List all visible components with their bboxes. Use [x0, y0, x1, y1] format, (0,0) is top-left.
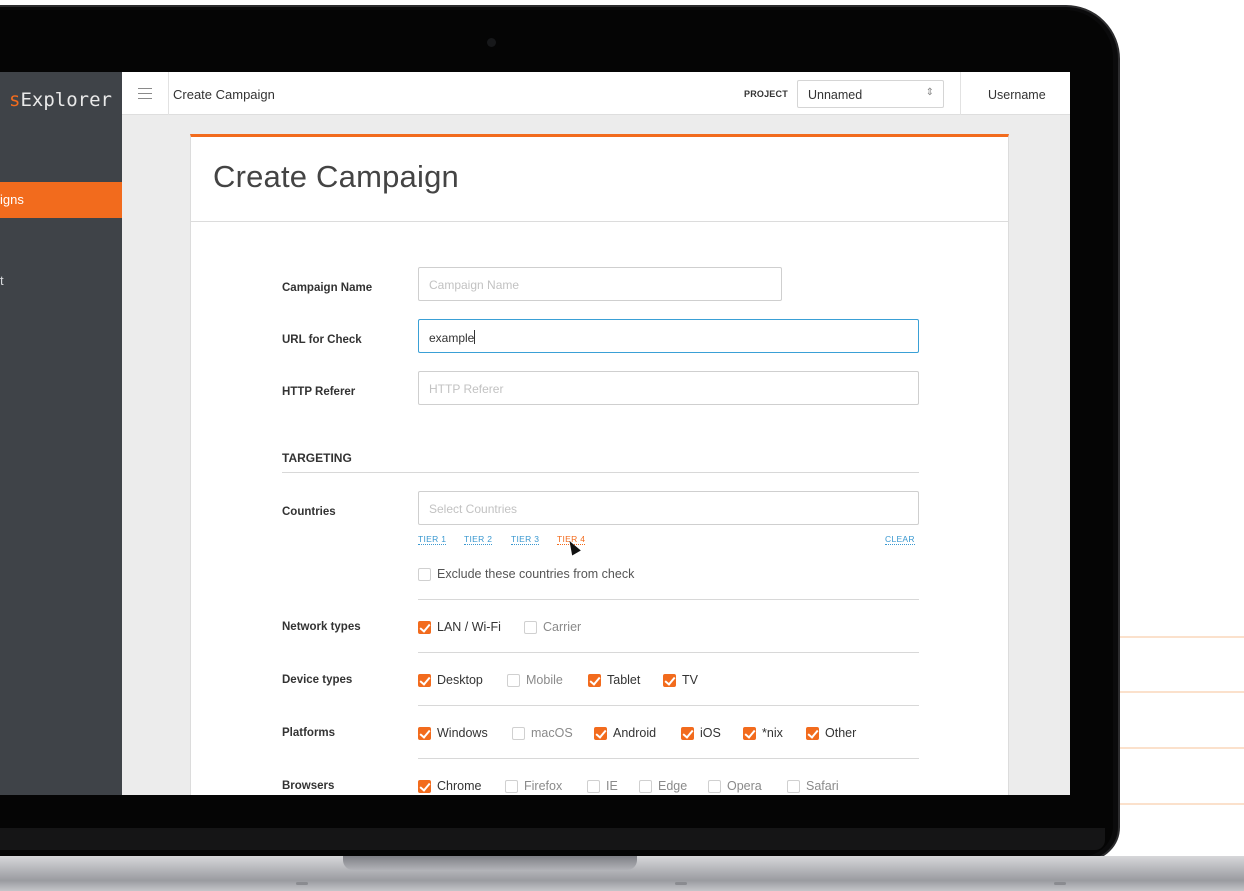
divider	[191, 221, 1008, 222]
top-bar: Create Campaign PROJECT Unnamed ⇕ Userna…	[122, 72, 1070, 115]
checkbox-check-icon	[663, 674, 676, 687]
checkbox-box	[787, 780, 800, 793]
divider	[282, 472, 919, 473]
checkbox-box	[639, 780, 652, 793]
checkbox-box	[505, 780, 518, 793]
page-title: Create Campaign	[173, 87, 275, 102]
divider	[960, 72, 961, 115]
app-screen: sExplorer igns t Create Campaign PROJECT…	[0, 72, 1070, 795]
checkbox-check-icon	[418, 674, 431, 687]
checkbox-box	[587, 780, 600, 793]
clear-countries-link[interactable]: CLEAR	[885, 534, 915, 545]
checkbox-check-icon	[418, 727, 431, 740]
url-check-label: URL for Check	[282, 334, 362, 346]
laptop-base-notch	[343, 856, 637, 870]
menu-icon[interactable]	[122, 72, 169, 115]
targeting-heading: TARGETING	[282, 451, 352, 465]
browsers-label: Browsers	[282, 780, 335, 792]
project-label: PROJECT	[744, 89, 788, 99]
checkbox-check-icon	[681, 727, 694, 740]
countries-select[interactable]: Select Countries	[418, 491, 919, 525]
campaign-name-placeholder: Campaign Name	[429, 278, 520, 292]
card-title: Create Campaign	[213, 159, 459, 194]
user-menu[interactable]: Username	[988, 88, 1046, 102]
checkbox-box	[512, 727, 525, 740]
sidebar-item-label: t	[0, 273, 4, 288]
campaign-name-input[interactable]: Campaign Name	[418, 267, 782, 301]
laptop-bezel-bottom	[0, 828, 1105, 850]
url-check-input[interactable]: example	[418, 319, 919, 353]
checkbox-check-icon	[418, 780, 431, 793]
checkbox-box	[524, 621, 537, 634]
checkbox-box	[418, 568, 431, 581]
checkbox-check-icon	[806, 727, 819, 740]
sidebar-item-campaigns[interactable]: igns	[0, 182, 122, 218]
checkbox-box	[507, 674, 520, 687]
project-select-value: Unnamed	[808, 88, 863, 102]
create-campaign-card: Create Campaign Campaign Name Campaign N…	[190, 134, 1009, 795]
divider	[418, 758, 919, 759]
checkbox-check-icon	[743, 727, 756, 740]
laptop-foot	[1054, 882, 1066, 885]
checkbox-check-icon	[594, 727, 607, 740]
checkbox-check-icon	[418, 621, 431, 634]
divider	[418, 599, 919, 600]
sidebar: sExplorer igns t	[0, 72, 122, 795]
network-types-label: Network types	[282, 621, 361, 633]
sidebar-item-label: igns	[0, 192, 24, 207]
checkbox-box	[708, 780, 721, 793]
campaign-name-label: Campaign Name	[282, 282, 373, 294]
url-check-value: example	[429, 330, 476, 345]
divider	[418, 705, 919, 706]
http-referer-placeholder: HTTP Referer	[429, 382, 504, 396]
checkbox-check-icon	[588, 674, 601, 687]
tier-3-link[interactable]: TIER 3	[511, 534, 540, 545]
http-referer-input[interactable]: HTTP Referer	[418, 371, 919, 405]
laptop-foot	[296, 882, 308, 885]
sidebar-item-account[interactable]: t	[0, 263, 122, 299]
platforms-label: Platforms	[282, 727, 336, 739]
tier-1-link[interactable]: TIER 1	[418, 534, 447, 545]
project-select[interactable]: Unnamed ⇕	[797, 80, 944, 108]
divider	[418, 652, 919, 653]
checkbox-label: Exclude these countries from check	[437, 567, 635, 581]
tier-2-link[interactable]: TIER 2	[464, 534, 493, 545]
select-arrows-icon: ⇕	[925, 87, 934, 98]
countries-placeholder: Select Countries	[429, 502, 518, 516]
camera-icon	[487, 38, 496, 47]
http-referer-label: HTTP Referer	[282, 386, 356, 398]
countries-label: Countries	[282, 506, 336, 518]
device-types-label: Device types	[282, 674, 353, 686]
laptop-foot	[675, 882, 687, 885]
brand-logo: sExplorer	[9, 89, 112, 111]
